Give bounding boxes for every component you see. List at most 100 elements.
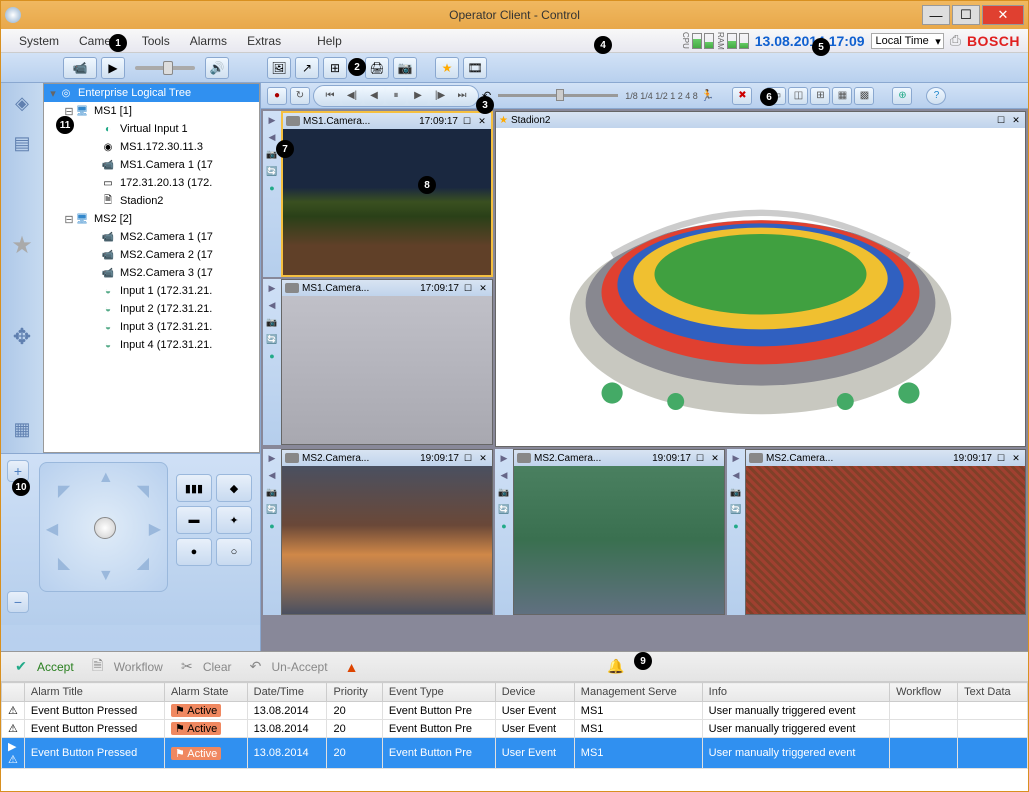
play-button[interactable]: ▶ xyxy=(408,87,428,105)
tree-ms2[interactable]: ⊟🖥MS2 [2] xyxy=(44,210,259,228)
map-panel[interactable]: ★Stadion2☐✕ xyxy=(495,111,1026,447)
tree-item[interactable]: ◒Input 4 (172.31.21. xyxy=(44,336,259,354)
play-back-button[interactable]: ◀ xyxy=(364,87,384,105)
rewind-button[interactable]: ⏮ xyxy=(320,87,340,105)
maximize-icon[interactable]: ☐ xyxy=(694,452,706,464)
maximize-icon[interactable]: ☐ xyxy=(995,452,1007,464)
tree-ms1[interactable]: ⊟🖥MS1 [1] xyxy=(44,102,259,120)
help-icon[interactable]: ? xyxy=(926,87,946,105)
workflow-button[interactable]: 🗎Workflow xyxy=(86,657,163,677)
fast-fwd-button[interactable]: ⏭ xyxy=(452,87,472,105)
print-icon[interactable]: 🖨 xyxy=(365,57,389,79)
speed-slider[interactable] xyxy=(498,94,618,97)
alarm-note-icon[interactable]: ▲ xyxy=(340,657,364,677)
snapshot-icon[interactable]: 📷 xyxy=(393,57,417,79)
bell-icon[interactable]: 🔔 xyxy=(604,657,628,677)
tree-item[interactable]: 📹MS2.Camera 3 (17 xyxy=(44,264,259,282)
ptz-preset-1[interactable]: ▮▮▮ xyxy=(176,474,212,502)
tool-icon-3[interactable]: ⊞ xyxy=(323,57,347,79)
tree-item[interactable]: ◒Input 3 (172.31.21. xyxy=(44,318,259,336)
close-icon[interactable]: ✕ xyxy=(1010,452,1022,464)
zoom-in-button[interactable]: + xyxy=(7,460,29,482)
accept-button[interactable]: ✔Accept xyxy=(9,657,74,677)
print-icon[interactable]: ⎙ xyxy=(950,32,961,49)
add-panel-icon[interactable]: ⊕ xyxy=(892,87,912,105)
tree-item[interactable]: ▭172.31.20.13 (172. xyxy=(44,174,259,192)
loop-icon[interactable]: ↻ xyxy=(290,87,310,105)
tree-item[interactable]: ◒Input 1 (172.31.21. xyxy=(44,282,259,300)
tree-item[interactable]: 🗎Stadion2 xyxy=(44,192,259,210)
close-icon[interactable]: ✕ xyxy=(476,115,488,127)
tree-item[interactable]: ◐Virtual Input 1 xyxy=(44,120,259,138)
star-icon[interactable]: ★ xyxy=(8,231,36,259)
step-fwd-button[interactable]: |▶ xyxy=(430,87,450,105)
speaker-icon[interactable]: 🔊 xyxy=(205,57,229,79)
tree-item[interactable]: 📹MS2.Camera 1 (17 xyxy=(44,228,259,246)
camera-panel-5[interactable]: MS2.Camera...19:09:17☐✕ xyxy=(745,449,1026,615)
layout-3-icon[interactable]: ⊞ xyxy=(810,87,830,105)
step-back-button[interactable]: ◀| xyxy=(342,87,362,105)
table-row[interactable]: ⚠Event Button Pressed⚑ Active13.08.20142… xyxy=(2,720,1028,738)
tool-icon-1[interactable]: 🖼 xyxy=(267,57,291,79)
maximize-icon[interactable]: ☐ xyxy=(462,452,474,464)
close-icon[interactable]: ✕ xyxy=(477,282,489,294)
close-icon[interactable]: ✕ xyxy=(1010,114,1022,126)
camera-panel-1[interactable]: MS1.Camera...17:09:17☐✕ xyxy=(281,111,493,277)
volume-slider[interactable] xyxy=(135,66,195,70)
ptz-preset-3[interactable]: ▬ xyxy=(176,506,212,534)
maximize-icon[interactable]: ☐ xyxy=(461,115,473,127)
ptz-preset-5[interactable]: ● xyxy=(176,538,212,566)
menu-help[interactable]: Help xyxy=(307,34,352,48)
close-icon[interactable]: ✕ xyxy=(477,452,489,464)
pause-button[interactable]: ⏸ xyxy=(386,87,406,105)
camera-panel-2[interactable]: MS1.Camera...17:09:17☐✕ xyxy=(281,279,493,445)
tree-item[interactable]: ◉MS1.172.30.11.3 xyxy=(44,138,259,156)
ptz-joystick[interactable]: ▲ ▼ ◀ ▶ ◤ ◥ ◣ ◢ xyxy=(39,462,168,592)
playback-mode-icon[interactable]: ▶ xyxy=(101,57,125,79)
grid-icon[interactable]: ▦ xyxy=(8,415,36,443)
camera-panel-4[interactable]: MS2.Camera...19:09:17☐✕ xyxy=(513,449,725,615)
menu-alarms[interactable]: Alarms xyxy=(180,34,237,48)
tree-item[interactable]: ◒Input 2 (172.31.21. xyxy=(44,300,259,318)
menu-camera[interactable]: Camera xyxy=(69,34,132,48)
compass-icon[interactable]: ✥ xyxy=(8,323,36,351)
ptz-preset-6[interactable]: ○ xyxy=(216,538,252,566)
timezone-select[interactable]: Local Time ▾ xyxy=(871,33,944,49)
layout-4-icon[interactable]: ▦ xyxy=(832,87,852,105)
table-row[interactable]: ▶ ⚠Event Button Pressed⚑ Active13.08.201… xyxy=(2,738,1028,769)
menu-tools[interactable]: Tools xyxy=(132,34,180,48)
brand-logo: BOSCH xyxy=(967,33,1020,49)
tool-icon-2[interactable]: ↗ xyxy=(295,57,319,79)
logical-tree[interactable]: ▾◎Enterprise Logical Tree ⊟🖥MS1 [1] ◐Vir… xyxy=(43,83,260,453)
zoom-out-button[interactable]: − xyxy=(7,591,29,613)
layout-1-icon[interactable]: ▭ xyxy=(766,87,786,105)
delete-icon[interactable]: ✖ xyxy=(732,87,752,105)
tree-item[interactable]: 📹MS1.Camera 1 (17 xyxy=(44,156,259,174)
layout-5-icon[interactable]: ▩ xyxy=(854,87,874,105)
tree-item[interactable]: 📹MS2.Camera 2 (17 xyxy=(44,246,259,264)
camera-mode-icon[interactable]: 📹 xyxy=(63,57,97,79)
list-icon[interactable]: ▤ xyxy=(8,129,36,157)
tree-root[interactable]: ▾◎Enterprise Logical Tree xyxy=(44,84,259,102)
close-icon[interactable]: ✕ xyxy=(709,452,721,464)
close-button[interactable]: ✕ xyxy=(982,5,1024,25)
ptz-preset-2[interactable]: ◆ xyxy=(216,474,252,502)
menu-extras[interactable]: Extras xyxy=(237,34,291,48)
camera-panel-3[interactable]: MS2.Camera...19:09:17☐✕ xyxy=(281,449,493,615)
favorite-icon[interactable]: ★ xyxy=(435,57,459,79)
menu-system[interactable]: System xyxy=(9,34,69,48)
tree-icon[interactable]: ◈ xyxy=(8,89,36,117)
ptz-preset-4[interactable]: ✦ xyxy=(216,506,252,534)
table-row[interactable]: ⚠Event Button Pressed⚑ Active13.08.20142… xyxy=(2,702,1028,720)
minimize-button[interactable]: — xyxy=(922,5,950,25)
maximize-button[interactable]: ☐ xyxy=(952,5,980,25)
record-icon[interactable]: ● xyxy=(267,87,287,105)
alarm-table[interactable]: Alarm Title Alarm State Date/Time Priori… xyxy=(1,682,1028,791)
maximize-icon[interactable]: ☐ xyxy=(995,114,1007,126)
sequence-icon[interactable]: 🎞 xyxy=(463,57,487,79)
app-icon xyxy=(5,7,21,23)
unaccept-button[interactable]: ↶Un-Accept xyxy=(244,657,328,677)
layout-2-icon[interactable]: ◫ xyxy=(788,87,808,105)
clear-button[interactable]: ✂Clear xyxy=(175,657,232,677)
maximize-icon[interactable]: ☐ xyxy=(462,282,474,294)
